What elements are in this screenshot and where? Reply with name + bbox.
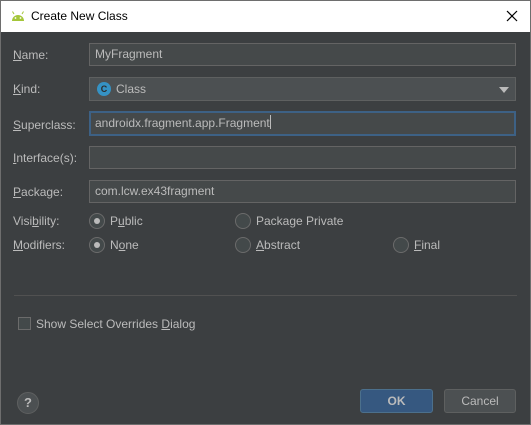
- cancel-button[interactable]: Cancel: [444, 389, 516, 413]
- separator: [14, 295, 517, 296]
- package-field[interactable]: com.lcw.ex43fragment: [89, 180, 516, 203]
- radio-selected-icon: [89, 213, 105, 229]
- window-title: Create New Class: [31, 9, 128, 23]
- title-bar: Create New Class: [1, 1, 530, 32]
- dialog-content: Name: MyFragment Kind: C Class Superclas…: [1, 32, 530, 424]
- radio-unselected-icon: [235, 213, 251, 229]
- help-icon[interactable]: ?: [17, 392, 39, 414]
- visibility-label: Visibility:: [13, 214, 60, 228]
- interfaces-field[interactable]: [89, 146, 516, 169]
- radio-unselected-icon: [235, 237, 251, 253]
- superclass-label: Superclass:: [13, 118, 76, 132]
- superclass-value: androidx.fragment.app.Fragment: [95, 116, 270, 130]
- interfaces-label: Interface(s):: [13, 151, 78, 165]
- radio-unselected-icon: [393, 237, 409, 253]
- kind-value: Class: [116, 82, 147, 96]
- modifiers-label: Modifiers:: [13, 238, 66, 252]
- package-label: Package:: [13, 185, 64, 199]
- text-caret: [269, 115, 271, 129]
- android-icon: [12, 11, 24, 21]
- radio-selected-icon: [89, 237, 105, 253]
- class-icon: C: [97, 82, 111, 96]
- chevron-down-icon: [499, 87, 509, 93]
- kind-label: Kind:: [13, 82, 41, 96]
- close-icon[interactable]: [504, 8, 520, 24]
- create-class-dialog: Create New Class Name: MyFragment Kind: …: [0, 0, 531, 425]
- superclass-field[interactable]: androidx.fragment.app.Fragment: [89, 111, 516, 136]
- checkbox-unchecked-icon: [18, 317, 31, 330]
- kind-dropdown[interactable]: C Class: [89, 77, 516, 101]
- ok-button[interactable]: OK: [360, 389, 433, 413]
- name-label: Name:: [13, 48, 49, 62]
- name-field[interactable]: MyFragment: [89, 43, 516, 66]
